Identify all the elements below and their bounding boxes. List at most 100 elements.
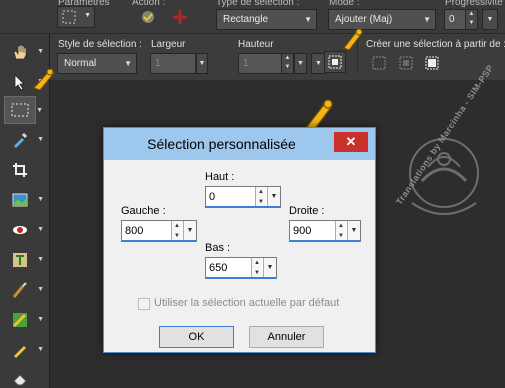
dialog-titlebar[interactable]: Sélection personnalisée ✕ [104,128,375,160]
right-field[interactable]: 900 ▲ ▼ ▼ [289,220,361,242]
chevron-down-icon: ▼ [423,15,431,24]
action-cancel-button[interactable] [170,7,192,29]
pointing-hand-icon [33,68,55,91]
use-current-selection-checkbox[interactable] [138,298,150,310]
chevron-down-icon: ▼ [124,59,132,68]
red-plus-icon [173,10,187,24]
top-value: 0 [209,191,216,203]
dialog-body: Haut : 0 ▲ ▼ ▼ Gauche : 800 ▲ ▼ ▼ Droite :… [104,160,375,352]
toolbar-row-2: Style de sélection : Normal ▼ Largeur 1 … [0,35,505,80]
crop-tool[interactable] [4,156,36,184]
bottom-value: 650 [209,262,228,274]
top-field[interactable]: 0 ▲ ▼ ▼ [205,186,281,208]
left-field[interactable]: 800 ▲ ▼ ▼ [121,220,197,242]
spin-arrows-icon[interactable]: ▲▼ [465,10,477,29]
presets-dropdown[interactable]: ▼ [57,6,95,28]
chevron-down-icon: ▼ [37,196,44,203]
width-label: Largeur [151,39,186,50]
chevron-down-icon: ▼ [304,15,312,24]
width-value: 1 [155,58,161,69]
selection-style-value: Normal [64,58,97,69]
top-toolbar: Paramètres ▼ Action : Type de sélection … [0,0,505,80]
custom-selection-icon [328,55,342,69]
paint-brush-tool[interactable]: ▼ [4,276,44,304]
toolbar-row-1: Paramètres ▼ Action : Type de sélection … [0,0,505,34]
chevron-down-icon: ▼ [297,60,304,67]
chevron-down-icon: ▼ [37,226,44,233]
cancel-button[interactable]: Annuler [249,326,324,348]
dotted-rect-icon [62,10,76,24]
eye-icon [13,226,27,234]
chevron-down-icon: ▼ [37,48,44,55]
text-tool[interactable]: ▼ [4,246,44,274]
pointing-hand-icon [304,99,333,131]
chevron-down-icon: ▼ [37,286,44,293]
right-label: Droite : [289,205,325,217]
progressive-value: 0 [449,14,455,25]
dropper-tool[interactable]: ▼ [4,126,44,154]
action-apply-button[interactable] [138,7,160,29]
top-label: Haut : [205,171,235,183]
left-label: Gauche : [121,205,166,217]
selection-from-object-button[interactable] [395,52,417,74]
eyedropper-icon [14,133,27,148]
height-label: Hauteur [238,39,274,50]
bottom-field[interactable]: 650 ▲ ▼ ▼ [205,257,277,279]
chevron-down-icon[interactable]: ▼ [267,187,280,207]
brush-icon [12,282,27,298]
arrow-pointer-icon [14,74,25,91]
eraser-icon [13,374,27,386]
apply-icon [142,11,154,23]
object-selection-icon [399,56,413,70]
progressive-dropdown[interactable]: ▼ [482,9,498,30]
height-input[interactable]: 1 ▲ ▼ [238,53,294,74]
chevron-down-icon: ▼ [315,60,322,67]
pointing-hand-icon [343,28,363,50]
progressive-input[interactable]: 0 ▲ ▼ [444,9,478,30]
chevron-down-icon: ▼ [37,316,44,323]
field-underline [122,240,196,242]
ok-button[interactable]: OK [159,326,234,348]
selection-type-label: Type de sélection : [216,0,300,8]
spin-arrows-icon[interactable]: ▲▼ [171,221,182,241]
custom-selection-button[interactable] [324,51,346,73]
chevron-down-icon: ▼ [37,346,44,353]
layer-selection-icon [372,56,386,70]
height-value: 1 [243,58,249,69]
selection-from-layer-button[interactable] [368,52,390,74]
straighten-tool[interactable]: ▼ [4,186,44,214]
spin-arrows-icon[interactable]: ▲▼ [281,54,293,73]
color-replacer-tool[interactable]: ▼ [4,306,44,334]
selection-tool[interactable]: ▼ [4,96,43,124]
chevron-down-icon: ▼ [36,107,43,114]
selection-style-select[interactable]: Normal ▼ [57,53,137,74]
spin-arrows-icon[interactable]: ▲▼ [251,258,262,278]
mode-label: Mode : [329,0,360,8]
canvas-selection-icon [425,56,439,70]
crop-icon [13,163,27,177]
spin-arrows-icon[interactable]: ▲▼ [255,187,266,207]
left-value: 800 [125,225,144,237]
selection-from-canvas-button[interactable] [421,52,443,74]
chevron-down-icon[interactable]: ▼ [183,221,196,241]
chevron-down-icon: ▼ [486,16,494,23]
close-button[interactable]: ✕ [334,132,368,152]
chevron-down-icon[interactable]: ▼ [347,221,360,241]
width-dropdown[interactable]: ▼ [196,53,208,74]
marquee-selection-icon [11,103,29,117]
text-t-icon [13,253,27,267]
dialog-title: Sélection personnalisée [147,136,296,152]
chevron-down-icon: ▼ [37,256,44,263]
progressive-label: Progressivité [445,0,503,8]
pencil-icon [13,346,26,358]
selection-type-select[interactable]: Rectangle ▼ [216,9,317,30]
red-eye-tool[interactable]: ▼ [4,216,44,244]
photo-straighten-icon [12,193,28,207]
chevron-down-icon[interactable]: ▼ [263,258,276,278]
spin-arrows-icon[interactable]: ▲▼ [335,221,346,241]
height-dropdown[interactable]: ▼ [294,53,307,74]
eraser-tool[interactable] [4,364,36,388]
use-current-selection-label: Utiliser la sélection actuelle par défau… [154,297,340,309]
color-replacer-icon [12,313,27,328]
warp-brush-tool[interactable]: ▼ [4,336,44,364]
